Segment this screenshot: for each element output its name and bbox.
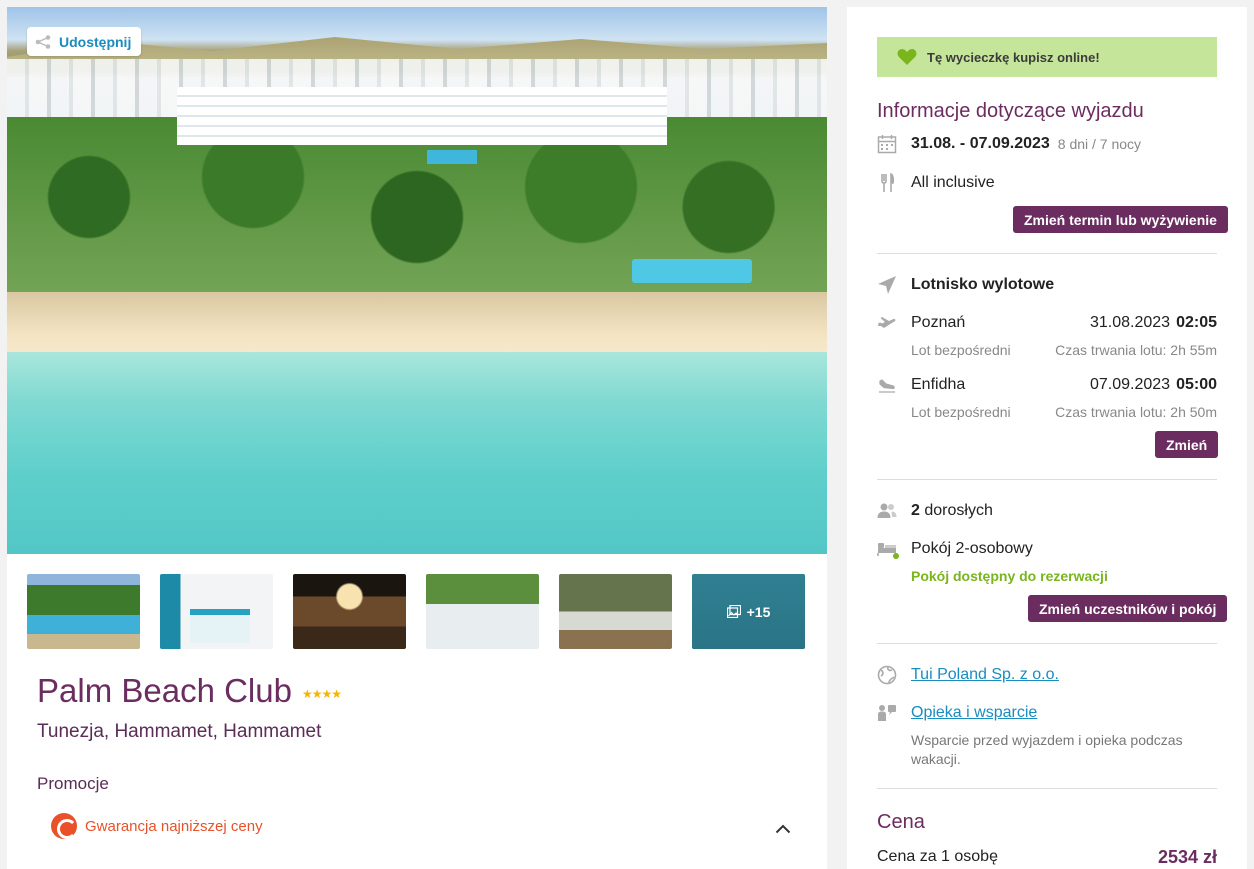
room-availability: Pokój dostępny do rezerwacji xyxy=(911,568,1108,584)
chevron-up-icon[interactable] xyxy=(775,821,791,834)
divider xyxy=(877,253,1217,254)
price-per-person-value: 2534 zł xyxy=(1157,847,1217,867)
more-photos-overlay: +15 xyxy=(692,574,805,649)
promo-icon xyxy=(51,813,77,839)
support-link[interactable]: Opieka i wsparcie xyxy=(911,704,1037,722)
participants-text: 2 dorosłych xyxy=(911,502,993,520)
hotel-name: Palm Beach Club xyxy=(37,672,292,709)
return-date: 07.09.2023 xyxy=(1090,376,1171,393)
online-purchase-banner: Tę wycieczkę kupisz online! xyxy=(877,37,1217,77)
return-datetime: 07.09.2023 05:00 xyxy=(1090,376,1217,394)
outbound-flight-duration: Czas trwania lotu: 2h 55m xyxy=(1055,342,1217,358)
price-title: Cena xyxy=(877,811,925,833)
heart-icon xyxy=(897,48,917,66)
departure-airport-row: Lotnisko wylotowe xyxy=(877,275,1217,295)
thumbnail-more-photos[interactable]: +15 xyxy=(692,574,805,649)
hotel-location: Tunezja, Hammamet, Hammamet xyxy=(37,721,322,742)
more-photos-count: +15 xyxy=(746,603,771,620)
support-row: Opieka i wsparcie xyxy=(877,703,1217,723)
hotel-title: Palm Beach Club ★★★★ xyxy=(37,672,342,710)
hero-hotel-building xyxy=(177,87,667,145)
participants-row: 2 dorosłych xyxy=(877,501,1217,521)
thumbnail-photo[interactable] xyxy=(559,574,672,649)
change-date-board-button[interactable]: Zmień termin lub wyżywienie xyxy=(1013,206,1228,233)
divider xyxy=(877,788,1217,789)
globe-icon xyxy=(877,665,897,685)
support-icon xyxy=(877,703,897,723)
calendar-icon xyxy=(877,134,897,154)
booking-sidebar: Tę wycieczkę kupisz online! Informacje d… xyxy=(847,7,1247,869)
trip-duration: 8 dni / 7 nocy xyxy=(1057,136,1142,152)
departure-airport-label: Lotnisko wylotowe xyxy=(911,276,1055,293)
promotion-label: Gwarancja najniższej ceny xyxy=(85,817,263,835)
return-flight-duration: Czas trwania lotu: 2h 50m xyxy=(1055,404,1217,420)
bed-icon xyxy=(877,539,899,559)
hotel-main-panel: Udostępnij +15 Palm Beach Club ★★★★ Tune… xyxy=(7,7,827,869)
change-flight-button[interactable]: Zmień xyxy=(1155,431,1219,458)
return-flight-type: Lot bezpośredni xyxy=(911,404,1011,420)
organizer-link[interactable]: Tui Poland Sp. z o.o. xyxy=(911,666,1059,684)
promotion-item[interactable]: Gwarancja najniższej ceny xyxy=(51,813,791,839)
room-type: Pokój 2-osobowy xyxy=(911,540,1033,557)
trip-dates: 31.08. - 07.09.2023 xyxy=(911,135,1050,152)
hero-trees xyxy=(7,117,827,317)
gallery-icon xyxy=(726,604,741,619)
hero-photo[interactable]: Udostępnij xyxy=(7,7,827,554)
organizer-row: Tui Poland Sp. z o.o. xyxy=(877,665,1217,685)
return-city: Enfidha xyxy=(911,376,966,393)
plane-takeoff-icon xyxy=(877,313,897,333)
thumbnail-photo[interactable] xyxy=(160,574,273,649)
divider xyxy=(877,479,1217,480)
cutlery-icon xyxy=(877,173,897,193)
thumbnail-photo[interactable] xyxy=(293,574,406,649)
board-row: All inclusive xyxy=(877,173,1217,193)
hotel-stars: ★★★★ xyxy=(301,687,342,701)
plane-landing-icon xyxy=(877,375,897,395)
hero-sea xyxy=(7,352,827,554)
people-icon xyxy=(877,501,897,521)
photo-thumbnails: +15 xyxy=(27,574,807,649)
outbound-city: Poznań xyxy=(911,314,966,331)
outbound-time: 02:05 xyxy=(1176,314,1217,331)
thumbnail-photo[interactable] xyxy=(426,574,539,649)
price-per-person-label: Cena za 1 osobę xyxy=(877,848,998,865)
trip-dates-row: 31.08. - 07.09.2023 8 dni / 7 nocy xyxy=(877,134,1217,154)
outbound-date: 31.08.2023 xyxy=(1090,314,1171,331)
return-time: 05:00 xyxy=(1176,376,1217,393)
adults-label: dorosłych xyxy=(924,502,993,519)
adults-count: 2 xyxy=(911,502,920,519)
change-participants-room-button[interactable]: Zmień uczestników i pokój xyxy=(1028,595,1228,622)
room-available-dot xyxy=(893,553,899,559)
thumbnail-photo[interactable] xyxy=(27,574,140,649)
outbound-datetime: 31.08.2023 02:05 xyxy=(1090,314,1217,332)
share-icon xyxy=(35,34,51,49)
hero-pool-small xyxy=(427,150,477,164)
plane-departure-icon xyxy=(877,275,897,295)
room-row: Pokój 2-osobowy xyxy=(877,539,1217,559)
share-button[interactable]: Udostępnij xyxy=(27,27,142,56)
share-label: Udostępnij xyxy=(59,33,132,50)
promotions-heading: Promocje xyxy=(37,774,109,793)
online-banner-text: Tę wycieczkę kupisz online! xyxy=(927,49,1100,65)
board-type: All inclusive xyxy=(911,174,995,191)
hero-pool xyxy=(632,259,752,283)
support-description: Wsparcie przed wyjazdem i opieka podczas… xyxy=(911,732,1183,767)
outbound-flight-type: Lot bezpośredni xyxy=(911,342,1011,358)
divider xyxy=(877,643,1217,644)
trip-info-title: Informacje dotyczące wyjazdu xyxy=(877,100,1144,122)
